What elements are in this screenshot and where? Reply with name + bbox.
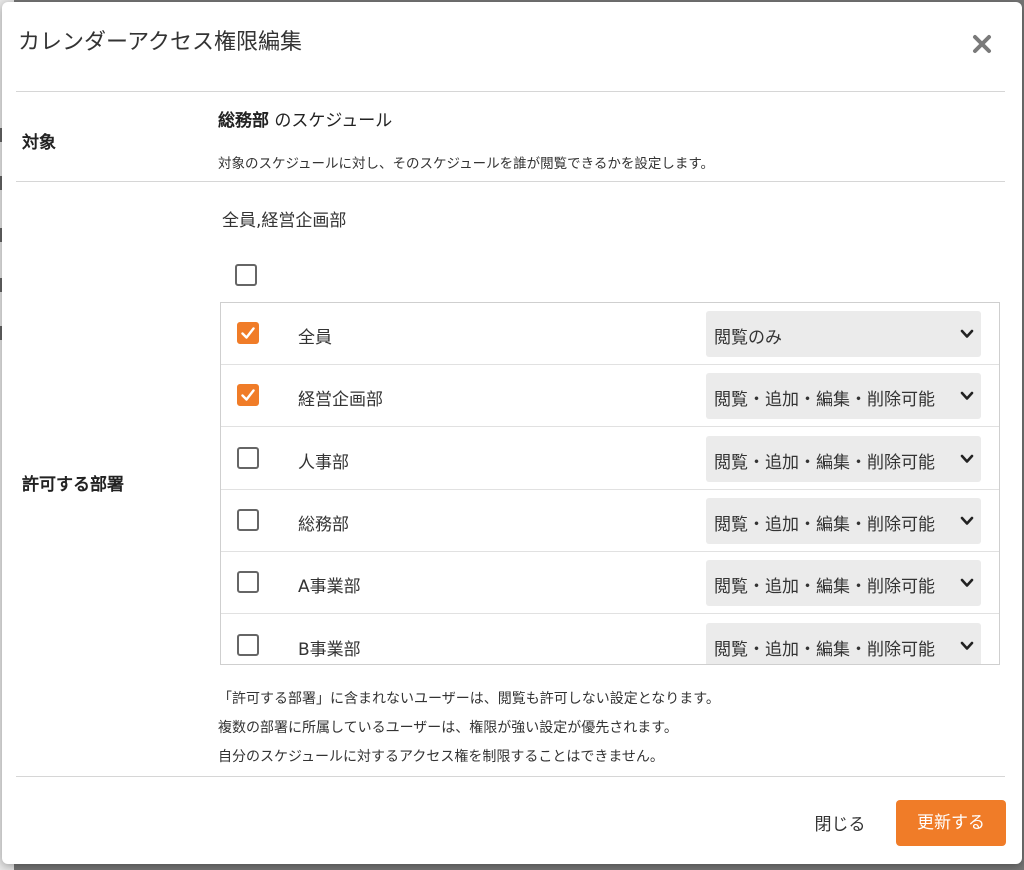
department-name: B事業部 [298,639,361,660]
department-checkbox[interactable] [237,508,259,531]
target-suffix: のスケジュール [274,111,393,131]
check-icon [241,327,255,339]
permission-select[interactable]: 閲覧・追加・編集・削除可能 [706,560,981,607]
close-icon[interactable] [968,30,996,58]
table-row: 経営企画部 閲覧・追加・編集・削除可能 [221,365,999,428]
note-2: 複数の部署に所属しているユーザーは、権限が強い設定が優先されます。 [218,720,678,736]
permission-select-value: 閲覧のみ [714,328,782,348]
chevron-down-icon [960,516,974,525]
chevron-down-icon [960,641,974,650]
table-row: A事業部 閲覧・追加・編集・削除可能 [221,552,999,615]
divider [16,91,1005,92]
chevron-down-icon [960,329,974,338]
permission-select[interactable]: 閲覧・追加・編集・削除可能 [706,373,981,420]
permission-select-value: 閲覧・追加・編集・削除可能 [714,452,935,473]
permission-select-value: 閲覧・追加・編集・削除可能 [714,639,935,660]
department-name: 総務部 [298,514,349,535]
permission-select-value: 閲覧・追加・編集・削除可能 [714,390,935,411]
table-row: 総務部 閲覧・追加・編集・削除可能 [221,490,999,552]
table-row: B事業部 閲覧・追加・編集・削除可能 [221,615,999,664]
target-name: 総務部 のスケジュール [218,106,392,131]
chevron-down-icon [960,391,974,401]
table-row: 全員 閲覧のみ [221,303,999,365]
permission-select[interactable]: 閲覧・追加・編集・削除可能 [706,622,981,664]
department-checkbox[interactable] [237,446,259,469]
department-permission-list: 全員 閲覧のみ 経営企画部 閲覧・追加・編集・削除可能 人事部 閲覧・追加・編集・削除可能… [220,302,1000,665]
update-button[interactable]: 更新する [896,800,1006,846]
divider [16,181,1005,182]
permission-select[interactable]: 閲覧・追加・編集・削除可能 [706,497,981,544]
department-name: 全員 [298,328,332,348]
target-description: 対象のスケジュールに対し、そのスケジュールを誰が閲覧できるかを設定します。 [218,156,714,172]
select-all-checkbox[interactable] [235,264,257,286]
department-name: 経営企画部 [298,390,383,411]
table-row: 人事部 閲覧・追加・編集・削除可能 [221,428,999,490]
check-icon [241,389,255,401]
permission-select[interactable]: 閲覧のみ [706,311,981,357]
department-name: A事業部 [298,577,361,598]
close-button[interactable]: 閉じる [802,808,878,842]
note-3: 自分のスケジュールに対するアクセス権を制限することはできません。 [218,749,664,765]
department-checkbox[interactable] [237,384,259,407]
chevron-down-icon [960,578,974,587]
divider [16,776,1005,777]
target-department: 総務部 [218,111,269,131]
department-checkbox[interactable] [237,322,259,344]
department-checkbox[interactable] [237,633,259,656]
permission-select-value: 閲覧・追加・編集・削除可能 [714,577,935,598]
permission-select[interactable]: 閲覧・追加・編集・削除可能 [706,435,981,482]
target-label: 対象 [22,133,56,153]
access-edit-dialog: カレンダーアクセス権限編集 対象 総務部 のスケジュール 対象のスケジュールに対… [2,2,1022,864]
permission-select-value: 閲覧・追加・編集・削除可能 [714,514,935,535]
permissions-label: 許可する部署 [22,475,124,495]
note-1: 「許可する部署」に含まれないユーザーは、閲覧も許可しない設定となります。 [218,691,720,707]
permission-summary: 全員,経営企画部 [222,211,347,231]
dialog-title: カレンダーアクセス権限編集 [18,30,303,55]
department-checkbox[interactable] [237,571,259,594]
department-name: 人事部 [298,452,349,473]
chevron-down-icon [960,454,974,463]
